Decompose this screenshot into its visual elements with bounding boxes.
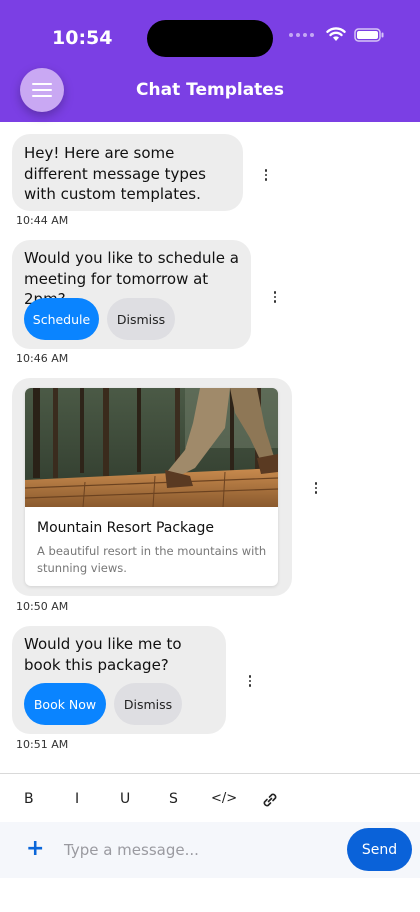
underline-button[interactable]: U [120, 791, 130, 807]
bold-button[interactable]: B [24, 791, 34, 807]
card-image [25, 388, 278, 507]
signal-icon [289, 32, 314, 37]
message-time: 10:44 AM [16, 214, 69, 227]
add-attachment-button[interactable]: + [26, 838, 44, 860]
status-icons [289, 27, 384, 42]
card-description: A beautiful resort in the mountains with… [37, 544, 267, 575]
italic-button[interactable]: I [75, 791, 79, 807]
card-title: Mountain Resort Package [37, 520, 214, 536]
page-title: Chat Templates [136, 80, 284, 100]
message-input[interactable]: Type a message... [64, 841, 199, 859]
toolbar-divider [0, 773, 420, 774]
send-button[interactable]: Send [347, 828, 412, 871]
message-text: Hey! Here are some different message typ… [24, 144, 206, 203]
dynamic-island [147, 20, 273, 57]
message-text: Would you like me to book this package? [24, 635, 182, 674]
strikethrough-button[interactable]: S [169, 791, 178, 807]
schedule-button[interactable]: Schedule [24, 298, 99, 340]
wifi-icon [326, 27, 346, 41]
more-options-icon[interactable] [270, 291, 280, 303]
message-time: 10:50 AM [16, 600, 69, 613]
more-options-icon[interactable] [261, 169, 271, 181]
product-card[interactable]: Mountain Resort Package A beautiful reso… [25, 388, 278, 586]
book-now-button[interactable]: Book Now [24, 683, 106, 725]
message-time: 10:46 AM [16, 352, 69, 365]
message-time: 10:51 AM [16, 738, 69, 751]
message-bubble: Hey! Here are some different message typ… [12, 134, 243, 211]
dismiss-button[interactable]: Dismiss [107, 298, 175, 340]
more-options-icon[interactable] [245, 675, 255, 687]
link-icon[interactable] [260, 790, 280, 810]
more-options-icon[interactable] [311, 482, 321, 494]
dismiss-button[interactable]: Dismiss [114, 683, 182, 725]
status-time: 10:54 [52, 27, 113, 49]
code-button[interactable]: </> [211, 791, 237, 806]
header-bar [0, 0, 420, 122]
battery-icon [354, 27, 384, 42]
